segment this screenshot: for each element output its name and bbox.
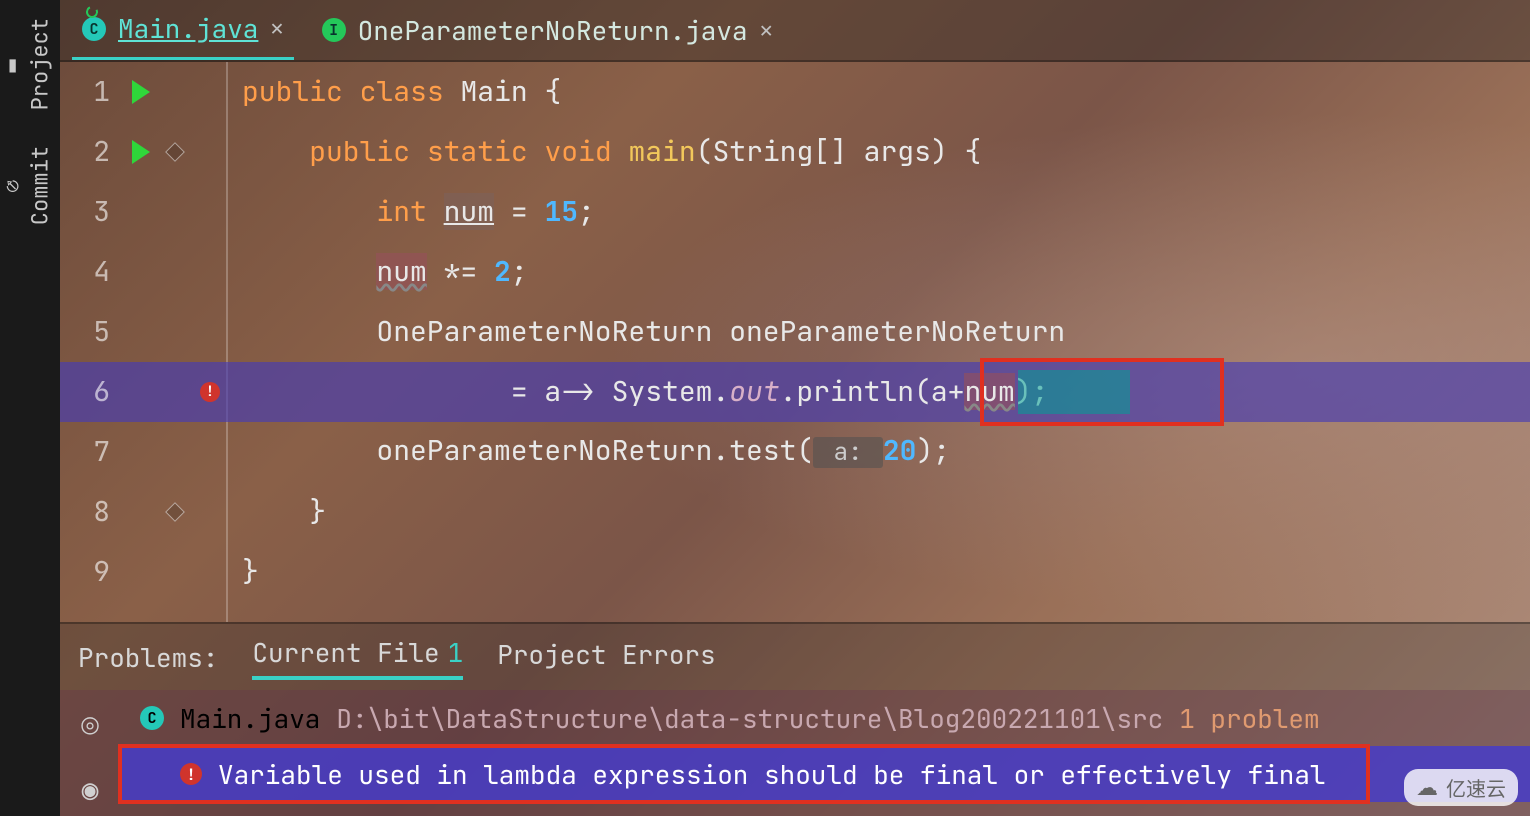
line-number: 2 — [60, 122, 122, 182]
tab-label: Main.java — [118, 11, 258, 46]
line-number: 7 — [60, 422, 122, 482]
folder-icon: ▮ — [6, 50, 19, 79]
code-editor[interactable]: 1 public class Main { 2 public static vo… — [60, 62, 1530, 622]
class-icon: C — [82, 17, 106, 41]
commit-icon: ⎋ — [6, 172, 19, 201]
problem-file-name: Main.java — [180, 701, 320, 736]
param-hint: a: — [813, 437, 883, 468]
problem-file-row[interactable]: C Main.java D:\bit\DataStructure\data-st… — [120, 690, 1530, 746]
problem-error-message: Variable used in lambda expression shoul… — [218, 757, 1326, 792]
line-number: 3 — [60, 182, 122, 242]
interface-icon: I — [322, 18, 346, 42]
line-number: 5 — [60, 302, 122, 362]
problem-file-path: D:\bit\DataStructure\data-structure\Blog… — [336, 701, 1163, 736]
class-icon: C — [140, 706, 164, 730]
line-number: 8 — [60, 482, 122, 542]
fold-gutter[interactable] — [160, 145, 190, 159]
fold-icon — [165, 502, 185, 522]
problems-toolbar: Problems: Current File1 Project Errors — [60, 622, 1530, 690]
var-num-error: num — [964, 373, 1014, 410]
line-number: 6 — [60, 362, 122, 422]
problem-error-row[interactable]: ! Variable used in lambda expression sho… — [120, 746, 1530, 802]
fold-gutter[interactable] — [160, 505, 190, 519]
rail-commit-label: Commit — [25, 146, 54, 225]
run-gutter[interactable] — [122, 140, 160, 164]
fold-icon — [165, 142, 185, 162]
tab-label: OneParameterNoReturn.java — [358, 13, 748, 48]
line-number: 4 — [60, 242, 122, 302]
editor-tabs: C Main.java ✕ I OneParameterNoReturn.jav… — [60, 0, 1530, 62]
error-gutter[interactable]: ! — [190, 382, 230, 402]
var-num: num — [444, 193, 494, 230]
var-num: num — [376, 253, 426, 290]
problem-count: 1 problem — [1179, 701, 1319, 736]
tab-main-java[interactable]: C Main.java ✕ — [72, 0, 294, 60]
run-gutter[interactable] — [122, 80, 160, 104]
tab-project-errors[interactable]: Project Errors — [497, 637, 715, 678]
play-icon — [132, 80, 150, 104]
play-icon — [132, 140, 150, 164]
watermark: ☁ 亿速云 — [1404, 769, 1518, 806]
line-number: 1 — [60, 62, 122, 122]
gutter-divider — [226, 62, 228, 622]
problems-panel: ◎ ◉ C Main.java D:\bit\DataStructure\dat… — [60, 690, 1530, 816]
target-icon[interactable]: ◎ — [82, 708, 99, 745]
tool-window-rail: ▮ Project ⎋ Commit — [0, 0, 60, 816]
tab-oneparameternoreturn[interactable]: I OneParameterNoReturn.java ✕ — [312, 0, 783, 60]
line-number: 9 — [60, 542, 122, 602]
rail-project-label: Project — [25, 18, 54, 110]
tab-current-file[interactable]: Current File1 — [252, 635, 463, 680]
problems-label: Problems: — [78, 640, 218, 675]
close-icon[interactable]: ✕ — [760, 16, 773, 45]
error-icon: ! — [180, 763, 202, 785]
rail-project[interactable]: ▮ Project — [6, 0, 54, 128]
error-bulb-icon: ! — [200, 382, 220, 402]
close-icon[interactable]: ✕ — [270, 14, 283, 43]
eye-icon[interactable]: ◉ — [82, 771, 99, 808]
rail-commit[interactable]: ⎋ Commit — [6, 128, 54, 243]
cloud-icon: ☁ — [1416, 775, 1438, 801]
